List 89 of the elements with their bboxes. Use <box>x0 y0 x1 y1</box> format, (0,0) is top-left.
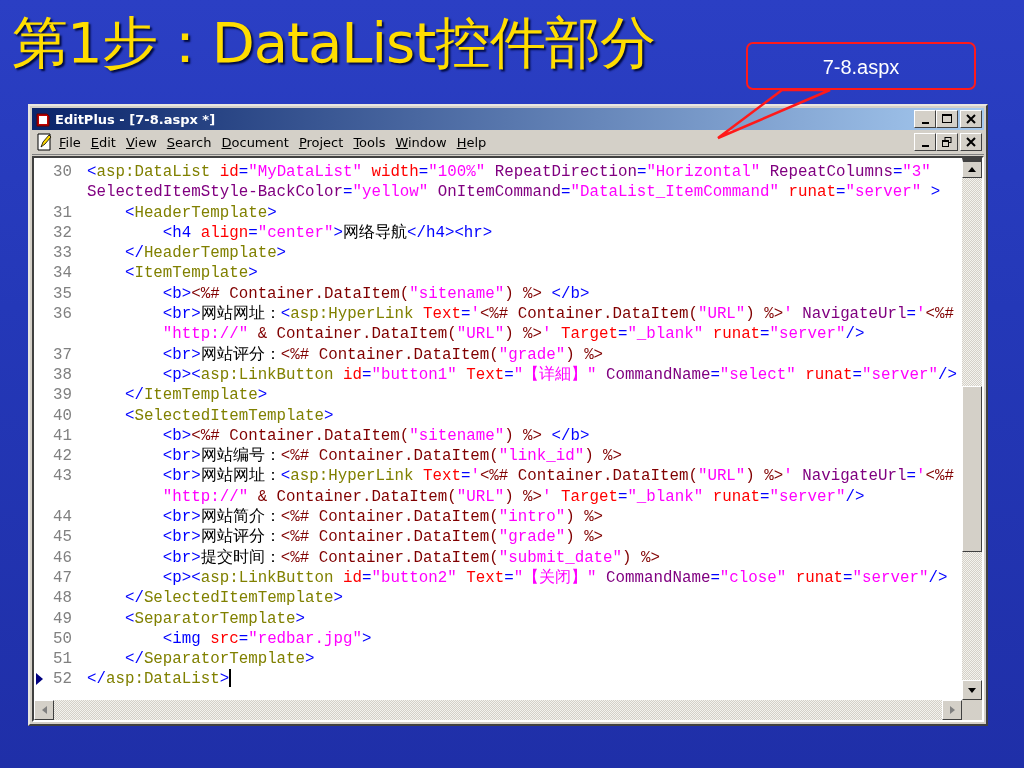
current-line-marker <box>36 673 43 686</box>
line-number: 46 <box>53 548 72 567</box>
code-line: "http://" & Container.DataItem("URL") %>' Target="_blank" runat="server"/> <box>161 324 865 345</box>
window-title: EditPlus - [7-8.aspx *] <box>55 111 217 127</box>
scroll-down-icon <box>968 687 976 693</box>
line-number: 31 <box>53 203 72 222</box>
line-number: 37 <box>53 345 72 364</box>
minimize-button[interactable] <box>914 133 936 151</box>
close-button[interactable] <box>960 133 982 151</box>
line-number: 39 <box>53 386 72 405</box>
close-icon <box>966 137 976 147</box>
minimize-icon <box>921 145 929 147</box>
scroll-up-icon <box>968 167 976 172</box>
code-line: </SelectedItemTemplate> <box>123 588 343 609</box>
scroll-down-button[interactable] <box>962 680 982 700</box>
line-number: 38 <box>53 365 72 384</box>
scroll-up-button[interactable] <box>962 158 982 178</box>
menu-item[interactable]: Window <box>390 132 452 152</box>
menu-item[interactable]: View <box>120 132 162 152</box>
vertical-scrollbar[interactable] <box>962 158 982 700</box>
code-area[interactable] <box>34 158 962 700</box>
menu-item[interactable]: Document <box>216 132 294 152</box>
code-line: </ItemTemplate> <box>123 385 268 406</box>
maximize-button[interactable] <box>936 110 958 128</box>
menu-item[interactable]: Project <box>293 132 349 152</box>
menu-item[interactable]: Search <box>161 132 217 152</box>
restore-button[interactable] <box>936 133 958 151</box>
code-line: <p><asp:LinkButton id="button2" Text="【关闭】" CommandName="close" runat="server"/> <box>161 567 948 589</box>
code-line: <br>网站简介：<%# Container.DataItem("intro") %> <box>161 507 604 528</box>
menu-item[interactable]: Tools <box>348 132 391 152</box>
code-line: <b><%# Container.DataItem("sitename") %> </b> <box>161 283 590 305</box>
code-line: <br>网站评分：<%# Container.DataItem("grade") %> <box>161 527 604 548</box>
line-number: 30 <box>53 163 72 181</box>
line-number: 44 <box>53 508 72 527</box>
code-line: <br>提交时间：<%# Container.DataItem("submit_date") %> <box>161 547 660 568</box>
menu-item[interactable]: Help <box>451 132 492 152</box>
code-line: </HeaderTemplate> <box>123 243 287 264</box>
code-line: <b><%# Container.DataItem("sitename") %> </b> <box>161 425 590 447</box>
code-line: SelectedItemStyle-BackColor="yellow" OnItemCommand="DataList_ItemCommand" runat="server" > <box>87 182 941 203</box>
code-line: <img src="redbar.jpg"> <box>161 628 372 650</box>
minimize-button[interactable] <box>914 110 936 128</box>
code-line: <asp:DataList id="MyDataList" width="100%" RepeatDirection="Horizontal" RepeatColumns="3" <box>87 162 931 183</box>
line-number: 35 <box>53 284 72 303</box>
code-line: "http://" & Container.DataItem("URL") %>' Target="_blank" runat="server"/> <box>161 486 865 508</box>
line-number: 36 <box>53 305 72 324</box>
code-line: <h4 align="center">网络导航</h4><hr> <box>161 222 493 244</box>
scroll-left-icon <box>41 706 47 714</box>
line-number: 52 <box>53 670 72 689</box>
scroll-left-button[interactable] <box>34 700 54 720</box>
menu-item[interactable]: File <box>54 132 86 152</box>
document-icon <box>35 111 51 127</box>
code-line: </asp:DataList> <box>87 669 230 690</box>
line-number: 51 <box>53 650 72 669</box>
code-line: <br>网站网址：<asp:HyperLink Text='<%# Container.DataItem("URL") %>' NavigateUrl='<%# <box>161 466 954 487</box>
line-number: 48 <box>53 589 72 608</box>
line-number: 50 <box>53 629 72 648</box>
scroll-right-icon <box>949 706 955 714</box>
slide-title: 第1步：DataList控件部分 <box>12 9 656 77</box>
line-number: 32 <box>53 223 72 242</box>
code-line: <br>网站评分：<%# Container.DataItem("grade") %> <box>161 344 604 365</box>
code-line: <br>网站网址：<asp:HyperLink Text='<%# Container.DataItem("URL") %>' NavigateUrl='<%# <box>161 304 954 325</box>
line-number: 41 <box>53 426 72 445</box>
text-cursor <box>229 669 232 688</box>
callout: 7-8.aspx <box>746 42 976 90</box>
line-number: 43 <box>53 467 72 486</box>
code-line: <br>网站编号：<%# Container.DataItem("link_id") %> <box>161 446 623 467</box>
horizontal-scrollbar[interactable] <box>34 700 962 720</box>
maximize-icon <box>942 114 952 124</box>
minimize-icon <box>921 122 929 124</box>
code-line: <ItemTemplate> <box>123 263 258 284</box>
menu-item[interactable]: Edit <box>85 132 121 152</box>
restore-icon <box>942 137 952 147</box>
line-number: 42 <box>53 447 72 466</box>
code-line: <SelectedItemTemplate> <box>123 405 334 426</box>
line-number: 34 <box>53 264 72 283</box>
line-number: 40 <box>53 406 72 425</box>
line-number: 45 <box>53 528 72 547</box>
code-line: <p><asp:LinkButton id="button1" Text="【详細】" CommandName="select" runat="server"/> <box>161 364 957 386</box>
line-number: 33 <box>53 244 72 263</box>
code-line: <SeparatorTemplate> <box>123 608 306 629</box>
code-line: <HeaderTemplate> <box>123 202 277 223</box>
close-icon <box>966 114 976 124</box>
close-button[interactable] <box>960 110 982 128</box>
scroll-thumb[interactable] <box>962 386 982 552</box>
line-number: 49 <box>53 609 72 628</box>
code-line: </SeparatorTemplate> <box>123 649 315 670</box>
pencil-icon <box>36 133 54 151</box>
line-number: 47 <box>53 568 72 587</box>
scroll-right-button[interactable] <box>942 700 962 720</box>
